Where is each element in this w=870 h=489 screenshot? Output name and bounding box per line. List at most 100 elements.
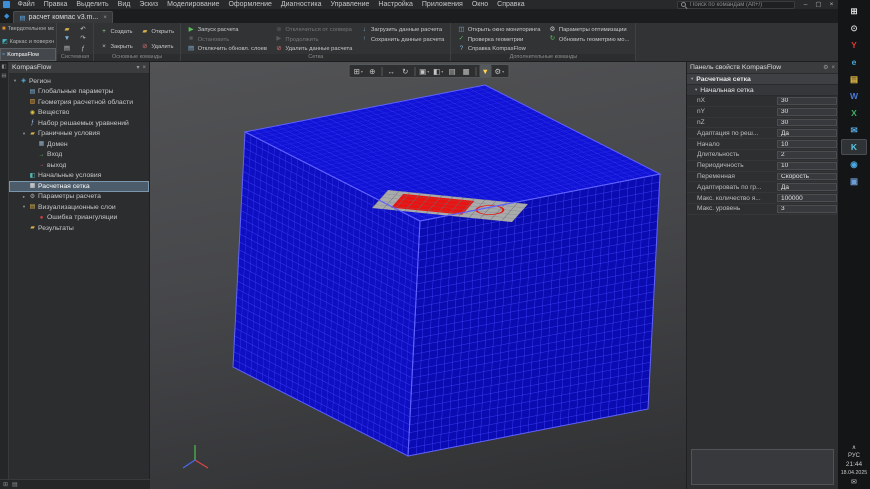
tree-item-visualization-layers[interactable]: ▾▤Визуализационные слои bbox=[9, 202, 149, 213]
properties-subsection-header[interactable]: ▾ Начальная сетка bbox=[687, 85, 838, 96]
tree-item-bc-domain[interactable]: ▦Домен bbox=[9, 139, 149, 150]
notifications-icon[interactable]: ✉ bbox=[851, 478, 857, 486]
create-project-button[interactable]: +Создать bbox=[98, 25, 135, 40]
command-search-input[interactable]: Поиск по командам (Alt+/) bbox=[677, 1, 795, 9]
tree-item-region[interactable]: ▾◈Регион bbox=[9, 76, 149, 87]
undo-button[interactable]: ↶ bbox=[77, 25, 89, 35]
print-button[interactable]: ▤ bbox=[61, 44, 73, 54]
taskbar-word[interactable]: W bbox=[841, 88, 867, 104]
menu-edit[interactable]: Правка bbox=[39, 0, 72, 10]
document-tab[interactable]: ▤ расчет компас v3.m... × bbox=[13, 11, 113, 23]
property-value[interactable]: Да bbox=[777, 183, 837, 191]
tree-item-bc-outlet[interactable]: →выход bbox=[9, 160, 149, 171]
property-value[interactable]: 30 bbox=[777, 97, 837, 105]
rotate-orbit-button[interactable]: ↻ bbox=[399, 65, 411, 77]
expander-icon[interactable]: ▾ bbox=[12, 78, 18, 84]
mode-wireframe-surfaces[interactable]: ◩Каркас и поверхности bbox=[0, 36, 56, 49]
pan-button[interactable]: ↔ bbox=[385, 65, 397, 77]
run-calculation-button[interactable]: ▶Запуск расчета bbox=[185, 25, 269, 35]
optimization-parameters-button[interactable]: ⚙Параметры оптимизации bbox=[546, 25, 631, 35]
disable-layer-updates-button[interactable]: ▤Отключить обновл. слоев bbox=[185, 44, 269, 54]
taskbar-explorer[interactable]: ▤ bbox=[841, 71, 867, 87]
expander-icon[interactable]: ▾ bbox=[21, 131, 27, 137]
viewport-canvas[interactable]: ⊞▾⊕↔↻▣▾◧▾▤▦▼⚙▾ bbox=[150, 62, 686, 489]
filter-button[interactable]: ▼ bbox=[479, 65, 491, 77]
close-project-button[interactable]: ×Закрыть bbox=[98, 40, 135, 55]
taskbar-mail[interactable]: ✉ bbox=[841, 122, 867, 138]
open-project-button[interactable]: ▰Открыть bbox=[139, 25, 176, 40]
property-value[interactable]: Скорость bbox=[777, 173, 837, 181]
menu-management[interactable]: Управление bbox=[326, 0, 374, 10]
variables-button[interactable]: ƒ bbox=[77, 44, 89, 54]
tree-item-calculation-parameters[interactable]: ▸⚙Параметры расчета bbox=[9, 192, 149, 203]
taskbar-search[interactable]: ⊙ bbox=[841, 20, 867, 36]
menu-modeling[interactable]: Моделирование bbox=[163, 0, 224, 10]
tree-item-global-parameters[interactable]: ▤Глобальные параметры bbox=[9, 87, 149, 98]
taskbar-telegram[interactable]: ◉ bbox=[841, 156, 867, 172]
disconnect-solver-button[interactable]: ⊗Отключиться от солвера bbox=[273, 25, 354, 35]
layers-visibility-button[interactable]: ▤ bbox=[446, 65, 458, 77]
mesh-display-button[interactable]: ▦ bbox=[460, 65, 472, 77]
menu-select[interactable]: Выделить bbox=[72, 0, 113, 10]
main-menu-icon[interactable]: ◆ bbox=[0, 10, 13, 23]
side-panel-icon-2[interactable]: ▤ bbox=[1, 74, 6, 80]
maximize-button[interactable]: ▢ bbox=[812, 0, 825, 9]
menu-file[interactable]: Файл bbox=[13, 0, 39, 10]
menu-drawing[interactable]: Оформление bbox=[224, 0, 276, 10]
property-value[interactable]: 3 bbox=[777, 205, 837, 213]
tree-item-results[interactable]: ▰Результаты bbox=[9, 223, 149, 234]
delete-calculation-data-button[interactable]: ⊘Удалить данные расчета bbox=[273, 44, 354, 54]
property-value[interactable]: 30 bbox=[777, 119, 837, 127]
menu-settings[interactable]: Настройка bbox=[374, 0, 417, 10]
tree-item-boundary-conditions[interactable]: ▾▰Граничные условия bbox=[9, 129, 149, 140]
clock-date[interactable]: 18.04.2025 bbox=[841, 470, 868, 476]
redo-button[interactable]: ↷ bbox=[77, 35, 89, 45]
mode-kompasflow[interactable]: ≈KompasFlow bbox=[0, 48, 56, 61]
tree-item-triangulation-error[interactable]: ●Ошибка триангуляции bbox=[9, 213, 149, 224]
menu-window[interactable]: Окно bbox=[467, 0, 492, 10]
taskbar-edge[interactable]: e bbox=[841, 54, 867, 70]
tree-item-equation-set[interactable]: ƒНабор решаемых уравнений bbox=[9, 118, 149, 129]
update-model-geometry-button[interactable]: ↻Обновить геометрию мо... bbox=[546, 35, 631, 45]
tree-panel-close-icon[interactable]: × bbox=[142, 65, 146, 71]
tree-item-domain-geometry[interactable]: ▧Геометрия расчетной области bbox=[9, 97, 149, 108]
properties-gear-icon[interactable]: ⚙ bbox=[823, 64, 828, 71]
property-value[interactable]: 30 bbox=[777, 108, 837, 116]
tree-item-computational-mesh[interactable]: ▦Расчетная сетка bbox=[9, 181, 149, 192]
tree-item-initial-conditions[interactable]: ◧Начальные условия bbox=[9, 171, 149, 182]
property-value[interactable]: Да bbox=[777, 129, 837, 137]
tree-item-substance[interactable]: ◉Вещество bbox=[9, 108, 149, 119]
continue-calculation-button[interactable]: ▶Продолжить bbox=[273, 35, 354, 45]
open-document-button[interactable]: ▰ bbox=[61, 25, 73, 35]
clock-time[interactable]: 21:44 bbox=[846, 461, 862, 468]
menu-applications[interactable]: Приложения bbox=[417, 0, 467, 10]
load-calculation-data-button[interactable]: ↓Загрузить данные расчета bbox=[358, 25, 446, 35]
side-panel-icon-1[interactable]: ◧ bbox=[1, 65, 6, 71]
taskbar-excel[interactable]: X bbox=[841, 105, 867, 121]
orientation-cube-button[interactable]: ▣▾ bbox=[418, 65, 430, 77]
property-value[interactable]: 10 bbox=[777, 140, 837, 148]
properties-close-icon[interactable]: × bbox=[831, 65, 835, 71]
menu-sketch[interactable]: Эскиз bbox=[135, 0, 163, 10]
frame-select-button[interactable]: ⊞▾ bbox=[352, 65, 364, 77]
save-document-button[interactable]: ▼ bbox=[61, 35, 73, 45]
taskbar-app-blue[interactable]: ▣ bbox=[841, 173, 867, 189]
save-calculation-data-button[interactable]: ↑Сохранить данные расчета bbox=[358, 35, 446, 45]
taskbar-yandex-browser[interactable]: Y bbox=[841, 37, 867, 53]
property-value[interactable]: 10 bbox=[777, 162, 837, 170]
check-geometry-button[interactable]: ✓Проверка геометрии bbox=[455, 35, 542, 45]
property-value[interactable]: 100000 bbox=[777, 194, 837, 202]
zoom-button[interactable]: ⊕ bbox=[366, 65, 378, 77]
taskbar-kompas-3d[interactable]: K bbox=[841, 139, 867, 155]
expander-icon[interactable]: ▸ bbox=[21, 194, 27, 200]
tree-item-bc-inlet[interactable]: →Вход bbox=[9, 150, 149, 161]
open-monitoring-window-button[interactable]: ◫Открыть окно мониторинга bbox=[455, 25, 542, 35]
properties-section-header[interactable]: ▾ Расчетная сетка bbox=[687, 74, 838, 85]
bottom-panel-icon-2[interactable]: ▤ bbox=[12, 482, 18, 488]
tray-chevron-icon[interactable]: ∧ bbox=[852, 444, 856, 451]
display-mode-button[interactable]: ◧▾ bbox=[432, 65, 444, 77]
tree-panel-menu-icon[interactable]: ▾ bbox=[136, 64, 139, 71]
language-indicator[interactable]: РУС bbox=[848, 453, 860, 459]
minimize-button[interactable]: – bbox=[799, 0, 812, 9]
taskbar-start[interactable]: ⊞ bbox=[841, 3, 867, 19]
